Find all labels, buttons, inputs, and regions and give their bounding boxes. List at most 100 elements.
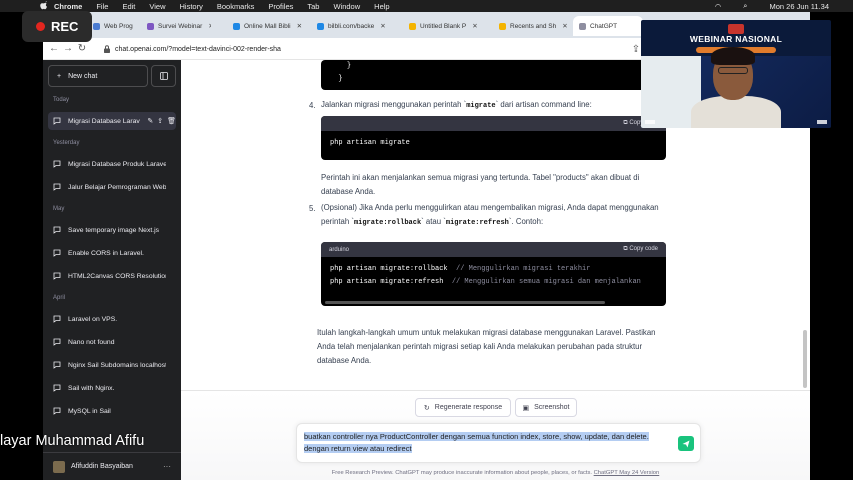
search-icon[interactable]: ⌕ — [743, 1, 747, 11]
logo-badge — [817, 120, 827, 124]
new-chat-button[interactable]: + New chat — [48, 65, 148, 87]
tab-close-icon[interactable]: ✕ — [208, 22, 211, 30]
tab-label: Online Mall Bibli — [244, 22, 291, 30]
sidebar-chat-item[interactable]: Nano not found — [48, 333, 176, 351]
chat-item-label: Laravel on VPS. — [68, 315, 118, 323]
menu-help[interactable]: Help — [374, 2, 389, 11]
chat-bubble-icon — [53, 183, 61, 191]
address-bar[interactable]: chat.openai.com/?model=text-davinci-002-… — [103, 41, 633, 57]
screen: Chrome File Edit View History Bookmarks … — [0, 0, 853, 480]
screenshot-label: Screenshot — [534, 404, 570, 411]
code-header: ⧉ Copy code — [321, 116, 666, 131]
scrollbar-thumb[interactable] — [803, 330, 807, 388]
trash-icon[interactable]: 🗑 — [167, 117, 176, 125]
tab-label: Recents and Sh — [510, 22, 557, 30]
sidebar-chat-item[interactable]: Sail with Nginx. — [48, 379, 176, 397]
back-icon[interactable]: ← — [47, 42, 61, 56]
sidebar-chat-item[interactable]: Save temporary image Next.js — [48, 221, 176, 239]
sidebar-chat-item[interactable]: MySQL in Sail — [48, 402, 176, 420]
apple-icon[interactable] — [40, 1, 48, 10]
tab-close-icon[interactable]: ✕ — [297, 22, 302, 30]
prompt-text[interactable]: buatkan controller nya ProductController… — [304, 431, 674, 455]
section-label-yesterday: Yesterday — [53, 140, 80, 146]
sidebar-chat-item[interactable]: Nginx Sail Subdomains localhost — [48, 356, 176, 374]
menubar-status: ◠ ⌕ Mon 26 Jun 11.34 — [715, 0, 843, 12]
step-number: 5. — [309, 204, 316, 213]
menu-profiles[interactable]: Profiles — [268, 2, 293, 11]
screenshot-button[interactable]: ▣ Screenshot — [515, 398, 577, 417]
sidebar-chat-item[interactable]: HTML2Canvas CORS Resolution — [48, 267, 176, 285]
menu-file[interactable]: File — [96, 2, 108, 11]
tab-label: Web Prog — [104, 22, 133, 30]
menu-window[interactable]: Window — [333, 2, 360, 11]
browser-tab[interactable]: bilbli.com/backe ✕ — [311, 16, 391, 36]
menu-tab[interactable]: Tab — [307, 2, 319, 11]
camera-icon: ▣ — [522, 404, 530, 412]
user-account-row[interactable]: Afifuddin Basyaiban ··· — [43, 452, 181, 480]
sidebar-chat-item[interactable]: Jalur Belajar Pemrograman Web — [48, 178, 176, 196]
sidebar-chat-item[interactable]: Enable CORS in Laravel. — [48, 244, 176, 262]
send-button[interactable] — [678, 436, 694, 451]
menu-bookmarks[interactable]: Bookmarks — [217, 2, 255, 11]
chat-bubble-icon — [53, 315, 61, 323]
tab-close-icon[interactable]: ✕ — [380, 22, 385, 30]
sidebar-toggle-button[interactable] — [151, 65, 176, 87]
chat-bubble-icon — [53, 160, 61, 168]
browser-tab[interactable]: Survei Webinar ✕ — [141, 16, 211, 36]
step-number: 4. — [309, 101, 316, 110]
tab-close-icon[interactable]: ✕ — [562, 22, 567, 30]
sidebar-chat-item[interactable]: Laravel on VPS. — [48, 310, 176, 328]
presenter-hair — [711, 47, 755, 65]
forward-icon[interactable]: → — [61, 42, 75, 56]
menu-app-name[interactable]: Chrome — [54, 2, 82, 11]
share-icon[interactable]: ⇪ — [157, 117, 163, 125]
chat-bubble-icon — [53, 249, 61, 257]
tab-favicon-icon — [233, 22, 240, 30]
tab-favicon-icon — [317, 22, 324, 30]
browser-tab[interactable]: Web Prog ✕ — [87, 16, 137, 36]
chat-item-label: Sail with Nginx. — [68, 384, 115, 392]
version-link[interactable]: ChatGPT May 24 Version — [594, 470, 660, 476]
chat-bubble-icon — [53, 272, 61, 280]
browser-tab[interactable]: Online Mall Bibli ✕ — [227, 16, 307, 36]
prompt-textarea[interactable]: buatkan controller nya ProductController… — [296, 423, 701, 463]
send-icon — [682, 440, 690, 447]
webinar-logo-icon — [728, 24, 744, 34]
paragraph: Perintah ini akan menjalankan semua migr… — [321, 173, 640, 196]
code-lines: php artisan migrate:rollback // Mengguli… — [330, 265, 641, 286]
webinar-title: WEBINAR NASIONAL — [689, 34, 783, 44]
sidebar-chat-item[interactable]: Migrasi Database Produk Laravel — [48, 155, 176, 173]
footer-disclaimer: Free Research Preview. ChatGPT may produ… — [331, 470, 660, 476]
tab-favicon-icon — [499, 22, 506, 30]
browser-tab-active[interactable]: ChatGPT — [573, 16, 643, 36]
regenerate-response-button[interactable]: ↻ Regenerate response — [415, 398, 511, 417]
tab-close-icon[interactable]: ✕ — [472, 22, 477, 30]
presenter-glasses — [718, 67, 748, 74]
code-header: arduino ⧉ Copy code — [321, 242, 666, 257]
edit-icon[interactable]: ✎ — [147, 117, 153, 125]
chat-item-label: Migrasi Database Produk Laravel — [68, 160, 166, 168]
sidebar-chat-item-active[interactable]: Migrasi Database Laravel ✎ ⇪ 🗑 — [48, 112, 176, 130]
copy-code-button[interactable]: ⧉ Copy code — [623, 246, 658, 253]
browser-tab[interactable]: Untitled Blank P ✕ — [403, 16, 493, 36]
logo-badge — [645, 120, 655, 124]
screen-share-presenter-label: layar Muhammad Afifu — [0, 433, 145, 449]
tab-favicon-icon — [147, 22, 154, 30]
menubar-clock[interactable]: Mon 26 Jun 11.34 — [770, 2, 830, 11]
paragraph: Itulah langkah-langkah umum untuk melaku… — [317, 328, 656, 365]
section-label-may: May — [53, 206, 65, 212]
more-icon[interactable]: ··· — [163, 462, 171, 471]
reload-icon[interactable]: ↻ — [75, 42, 89, 56]
chat-item-label: Enable CORS in Laravel. — [68, 249, 144, 257]
chat-bubble-icon — [53, 117, 61, 125]
wifi-icon[interactable]: ◠ — [715, 2, 722, 11]
chat-bubble-icon — [53, 338, 61, 346]
menu-history[interactable]: History — [180, 2, 203, 11]
tab-label: Untitled Blank P — [420, 22, 467, 30]
section-label-today: Today — [53, 97, 70, 103]
menu-view[interactable]: View — [149, 2, 165, 11]
browser-tab[interactable]: Recents and Sh ✕ — [493, 16, 573, 36]
tab-favicon-icon — [579, 22, 586, 30]
menu-edit[interactable]: Edit — [122, 2, 135, 11]
code-horizontal-scrollbar[interactable] — [325, 301, 605, 304]
